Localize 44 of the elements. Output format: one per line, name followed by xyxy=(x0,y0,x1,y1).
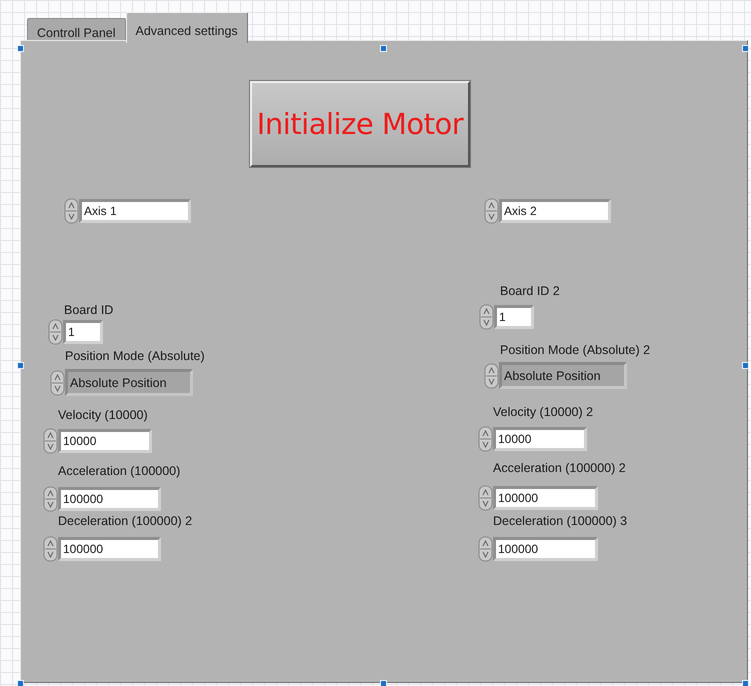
dropdown-field[interactable]: Absolute Position xyxy=(65,369,193,396)
increment-decrement-buttons[interactable] xyxy=(484,362,499,388)
control-label: Position Mode (Absolute) xyxy=(65,349,205,363)
control-label: Deceleration (100000) 2 xyxy=(58,514,192,528)
numeric-field[interactable]: 100000 xyxy=(58,537,161,561)
increment-decrement-buttons[interactable] xyxy=(64,198,79,224)
increment-decrement-buttons[interactable] xyxy=(50,370,65,396)
selection-handle[interactable] xyxy=(742,45,749,52)
selection-handle[interactable] xyxy=(17,680,24,686)
numeric-field[interactable]: 10000 xyxy=(58,429,152,453)
axis-field[interactable]: Axis 1 xyxy=(79,199,191,223)
control-label: Deceleration (100000) 3 xyxy=(493,514,628,528)
increment-decrement-buttons[interactable] xyxy=(43,428,58,454)
control-label: Acceleration (100000) 2 xyxy=(493,461,626,475)
selection-handle[interactable] xyxy=(380,680,387,686)
control-label: Acceleration (100000) xyxy=(58,464,180,478)
tab[interactable]: Controll Panel xyxy=(27,18,126,42)
increment-decrement-buttons[interactable] xyxy=(478,485,493,511)
numeric-field[interactable]: 1 xyxy=(494,305,534,329)
tab[interactable]: Advanced settings xyxy=(126,12,248,43)
increment-decrement-buttons[interactable] xyxy=(478,426,493,452)
selection-handle[interactable] xyxy=(17,45,24,52)
increment-decrement-buttons[interactable] xyxy=(48,319,63,345)
dropdown-field[interactable]: Absolute Position xyxy=(499,362,627,389)
selection-handle[interactable] xyxy=(380,45,387,52)
numeric-field[interactable]: 100000 xyxy=(493,537,598,561)
increment-decrement-buttons[interactable] xyxy=(43,486,58,512)
increment-decrement-buttons[interactable] xyxy=(478,536,493,562)
control-label: Board ID xyxy=(64,303,114,317)
selection-handle[interactable] xyxy=(742,362,749,369)
numeric-field[interactable]: 1 xyxy=(63,320,103,344)
numeric-field[interactable]: 10000 xyxy=(493,427,587,451)
numeric-field[interactable]: 100000 xyxy=(58,487,161,511)
axis-field[interactable]: Axis 2 xyxy=(499,199,611,223)
increment-decrement-buttons[interactable] xyxy=(484,198,499,224)
control-label: Velocity (10000) 2 xyxy=(493,405,594,419)
control-label: Velocity (10000) xyxy=(58,408,148,422)
numeric-field[interactable]: 100000 xyxy=(493,486,598,510)
increment-decrement-buttons[interactable] xyxy=(43,536,58,562)
control-label: Position Mode (Absolute) 2 xyxy=(500,343,650,357)
control-label: Board ID 2 xyxy=(500,284,560,298)
selection-handle[interactable] xyxy=(742,680,749,686)
selection-handle[interactable] xyxy=(17,362,24,369)
increment-decrement-buttons[interactable] xyxy=(479,304,494,330)
